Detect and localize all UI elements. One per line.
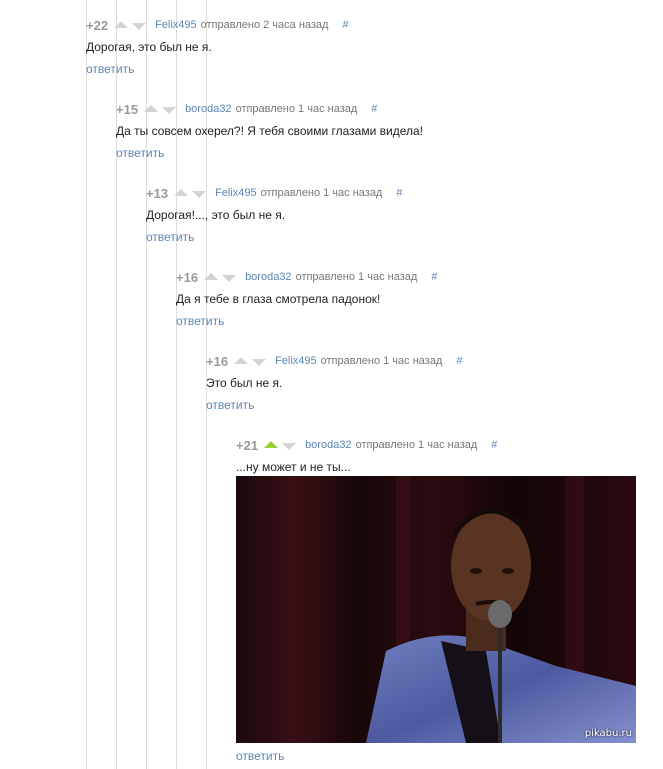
gif-scene-illustration [236,476,636,743]
comment-author[interactable]: boroda32 [245,271,292,283]
comment-permalink[interactable]: # [371,103,377,115]
upvote-arrow-icon[interactable] [264,440,279,448]
comment-header: +22 Felix495 отправлено 2 часа назад # [86,17,349,33]
comment-text: ...ну может и не ты... [236,460,351,474]
comment-time: отправлено 1 час назад [260,187,383,199]
comment-author[interactable]: Felix495 [215,187,257,199]
comment-author[interactable]: Felix495 [275,355,317,367]
comment-header: +15 boroda32 отправлено 1 час назад # [116,101,423,117]
comment: +15 boroda32 отправлено 1 час назад # Да… [116,101,423,161]
comment-header: +13 Felix495 отправлено 1 час назад # [146,185,402,201]
comment: +22 Felix495 отправлено 2 часа назад # Д… [86,17,349,77]
comment-text: Да я тебе в глаза смотрела падонок! [176,292,381,306]
comment-text: Это был не я. [206,376,283,390]
comment-time: отправлено 1 час назад [355,439,478,451]
comment-text: Дорогая!..., это был не я. [146,208,286,222]
comment-text: Дорогая, это был не я. [86,40,212,54]
comment-header: +21 boroda32 отправлено 1 час назад # [236,437,497,453]
upvote-arrow-icon[interactable] [114,20,129,28]
reply-link[interactable]: ответить [236,748,284,764]
comment-rating: +16 [176,269,199,285]
downvote-arrow-icon[interactable] [162,106,177,114]
comment-rating: +22 [86,17,109,33]
comment: +13 Felix495 отправлено 1 час назад # До… [146,185,402,245]
comment-author[interactable]: Felix495 [155,19,197,31]
comment: +16 Felix495 отправлено 1 час назад # Эт… [206,353,462,413]
comment-rating: +15 [116,101,139,117]
reply-link[interactable]: ответить [206,397,462,413]
comment-author[interactable]: boroda32 [185,103,232,115]
comment-gif-image[interactable]: pikabu.ru [236,476,636,743]
comment: +21 boroda32 отправлено 1 час назад # ..… [236,437,497,475]
upvote-arrow-icon[interactable] [144,104,159,112]
comment-header: +16 Felix495 отправлено 1 час назад # [206,353,462,369]
comment-time: отправлено 1 час назад [320,355,443,367]
comment-permalink[interactable]: # [431,271,437,283]
downvote-arrow-icon[interactable] [192,190,207,198]
comment-permalink[interactable]: # [456,355,462,367]
thread-line [86,0,87,769]
comment-rating: +13 [146,185,169,201]
comment-rating: +16 [206,353,229,369]
comment-author[interactable]: boroda32 [305,439,352,451]
downvote-arrow-icon[interactable] [222,274,237,282]
upvote-arrow-icon[interactable] [174,188,189,196]
upvote-arrow-icon[interactable] [204,272,219,280]
comment-time: отправлено 1 час назад [295,271,418,283]
comment-header: +16 boroda32 отправлено 1 час назад # [176,269,437,285]
comment: +16 boroda32 отправлено 1 час назад # Да… [176,269,437,329]
comment-permalink[interactable]: # [342,19,348,31]
upvote-arrow-icon[interactable] [234,356,249,364]
watermark-text: pikabu.ru [584,728,632,739]
comment-time: отправлено 1 час назад [235,103,358,115]
downvote-arrow-icon[interactable] [282,442,297,450]
comment-permalink[interactable]: # [491,439,497,451]
comment-rating: +21 [236,437,259,453]
reply-link[interactable]: ответить [176,313,437,329]
downvote-arrow-icon[interactable] [132,22,147,30]
reply-link[interactable]: ответить [116,145,423,161]
comment-text: Да ты совсем охерел?! Я тебя своими глаз… [116,124,423,138]
comment-permalink[interactable]: # [396,187,402,199]
reply-link[interactable]: ответить [146,229,402,245]
comment-time: отправлено 2 часа назад [200,19,329,31]
downvote-arrow-icon[interactable] [252,358,267,366]
reply-link[interactable]: ответить [86,61,349,77]
